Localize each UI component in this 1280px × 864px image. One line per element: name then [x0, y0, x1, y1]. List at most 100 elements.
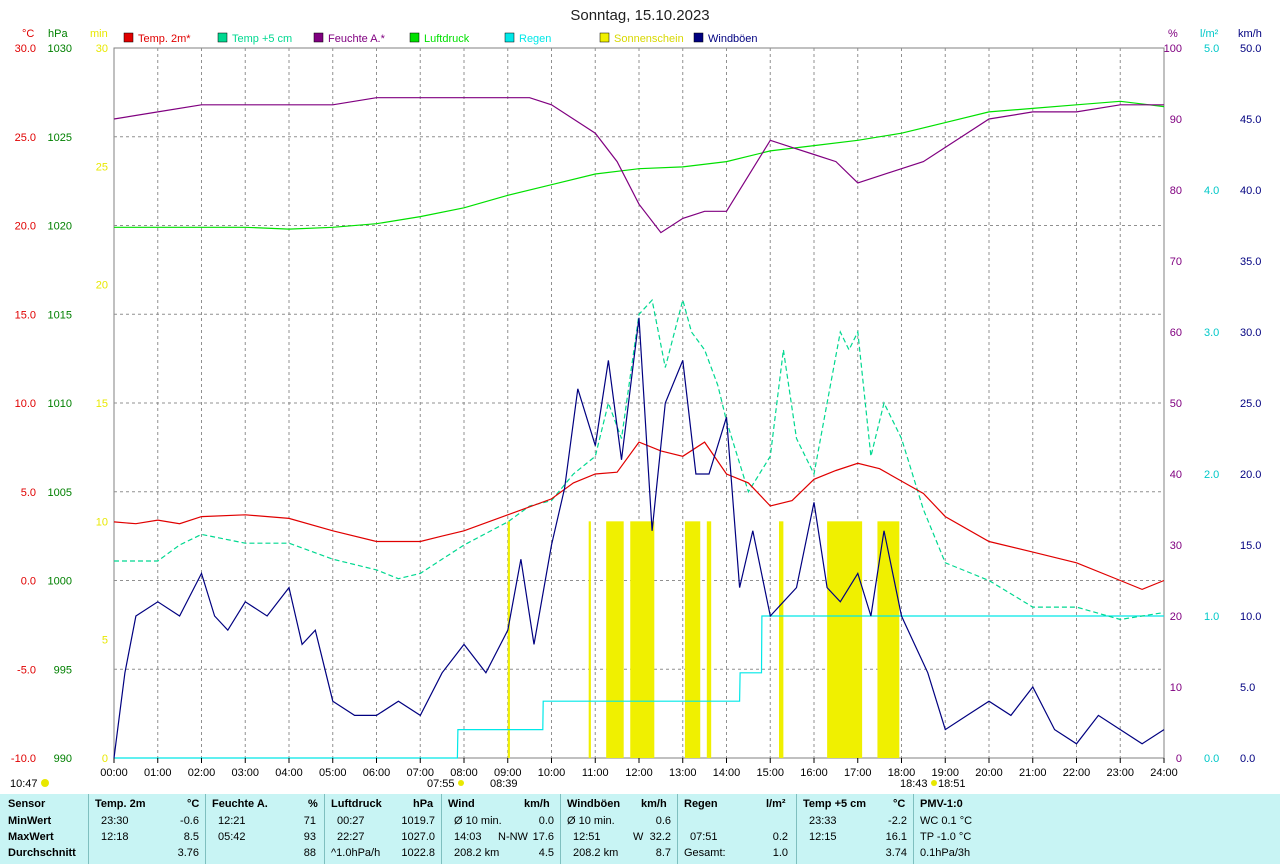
x-tick-label: 21:00: [1019, 767, 1047, 779]
humidity-tick: 50: [1170, 398, 1182, 410]
x-tick-label: 05:00: [319, 767, 347, 779]
legend-swatch-4: [504, 32, 515, 43]
wind-tick: 0.0: [1240, 753, 1255, 765]
dusk-time: 18:51: [938, 778, 966, 790]
stats-temp5-head: Temp +5 cm: [803, 798, 867, 810]
legend-swatch-0: [123, 32, 134, 43]
stats-temp5-avg-value: 3.74: [885, 847, 907, 859]
sunshine-bar: [507, 521, 510, 758]
stats-regen-total-label: Gesamt:: [684, 847, 726, 859]
stats-luftdruck-head: Luftdruck: [331, 798, 382, 810]
sunshine-bar: [706, 521, 712, 758]
stats-boeen-max-value: 32.2: [649, 831, 671, 843]
stats-regen-max-time: 07:51: [690, 831, 718, 843]
humidity-tick: 100: [1164, 43, 1182, 55]
x-tick-label: 06:00: [363, 767, 391, 779]
wind-tick: 5.0: [1240, 682, 1255, 694]
pressure-tick: 1025: [48, 132, 72, 144]
stats-luftdruck-max-value: 1027.0: [401, 831, 435, 843]
humidity-tick: 0: [1176, 753, 1182, 765]
humidity-tick: 30: [1170, 540, 1182, 552]
wind-tick: 45.0: [1240, 114, 1261, 126]
rain-tick: 3.0: [1204, 327, 1219, 339]
humidity-tick: 70: [1170, 256, 1182, 268]
temp-tick: 30.0: [15, 43, 36, 55]
x-tick-label: 24:00: [1150, 767, 1178, 779]
stats-boeen-min-time: Ø 10 min.: [567, 815, 615, 827]
x-tick-label: 20:00: [975, 767, 1003, 779]
sunshine-bar: [877, 521, 900, 758]
stats-luftdruck-unit: hPa: [413, 798, 434, 810]
sunshine-bar: [684, 521, 701, 758]
legend-label-2: Feuchte A.*: [328, 33, 386, 45]
stats-feuchte-avg-value: 88: [303, 847, 316, 859]
stats-regen-unit: l/m²: [766, 798, 786, 810]
stats-temp5-unit: °C: [893, 798, 906, 810]
stats-feuchte: Feuchte A. % 12:21 71 05:42 93 88: [206, 794, 324, 864]
x-tick-label: 17:00: [844, 767, 872, 779]
legend-label-6: Windböen: [708, 33, 758, 45]
pressure-tick: 1010: [48, 398, 72, 410]
pressure-tick: 1000: [48, 576, 72, 588]
stats-wind-min-value: 0.0: [538, 815, 554, 827]
legend-swatch-1: [217, 32, 228, 43]
wind-tick: 50.0: [1240, 43, 1261, 55]
stats-regen: Regen l/m² 07:51 0.2 Gesamt: 1.0: [678, 794, 796, 864]
stats-feuchte-unit: %: [308, 798, 318, 810]
sun-tick: 5: [102, 635, 108, 647]
unit-kmh: km/h: [1238, 28, 1262, 40]
stats-boeen-distance: 208.2 km: [573, 847, 619, 859]
stats-regen-head: Regen: [684, 798, 718, 810]
pressure-tick: 990: [54, 753, 72, 765]
wind-tick: 25.0: [1240, 398, 1261, 410]
stats-pmv: PMV-1:0 WC 0.1 °C TP -1.0 °C 0.1hPa/3h: [914, 794, 1034, 864]
stats-max-label: MaxWert: [8, 831, 54, 843]
stats-regen-total-value: 1.0: [772, 847, 788, 859]
temp-tick: 5.0: [21, 487, 36, 499]
legend-swatch-6: [693, 32, 704, 43]
stats-temp2m-min-time: 23:30: [101, 815, 129, 827]
stats-regen-max-value: 0.2: [772, 831, 788, 843]
legend-label-0: Temp. 2m*: [138, 33, 191, 45]
stats-luftdruck-max-time: 22:27: [337, 831, 365, 843]
legend-swatch-5: [599, 32, 610, 43]
stats-wind-max-value: 17.6: [532, 831, 554, 843]
unit-hpa: hPa: [48, 28, 68, 40]
weather-chart: Sonntag, 15.10.2023 °C hPa min % l/m² km…: [0, 0, 1280, 794]
stats-wind-min-time: Ø 10 min.: [454, 815, 502, 827]
stats-boeen-head: Windböen: [567, 798, 621, 810]
sunshine-bar: [827, 521, 863, 758]
wind-tick: 35.0: [1240, 256, 1261, 268]
humidity-tick: 60: [1170, 327, 1182, 339]
x-tick-label: 14:00: [713, 767, 741, 779]
stats-pmv-dewpoint: TP -1.0 °C: [920, 831, 972, 843]
sunshine-bar: [588, 521, 591, 758]
legend-label-1: Temp +5 cm: [232, 33, 292, 45]
sunshine-bar: [630, 521, 655, 758]
sun-tick: 10: [96, 516, 108, 528]
stats-wind-max-direction: N-NW: [498, 831, 528, 843]
stats-wind-head: Wind: [448, 798, 475, 810]
stats-luftdruck-min-value: 1019.7: [401, 815, 435, 827]
x-tick-label: 10:00: [538, 767, 566, 779]
sun-tick: 20: [96, 280, 108, 292]
x-tick-label: 04:00: [275, 767, 303, 779]
humidity-tick: 80: [1170, 185, 1182, 197]
stats-wind-avg-value: 4.5: [538, 847, 554, 859]
stats-temp2m-avg-value: 3.76: [177, 847, 199, 859]
sunset-icon: [931, 780, 937, 786]
stats-temp2m-max-value: 8.5: [183, 831, 199, 843]
stats-wind-unit: km/h: [524, 798, 550, 810]
pressure-tick: 1030: [48, 43, 72, 55]
stats-temp5-max-time: 12:15: [809, 831, 837, 843]
stats-feuchte-min-time: 12:21: [218, 815, 246, 827]
sunrise-time: 07:55: [427, 778, 455, 790]
legend-label-3: Luftdruck: [424, 33, 470, 45]
wind-tick: 30.0: [1240, 327, 1261, 339]
x-tick-label: 03:00: [231, 767, 259, 779]
stats-feuchte-min-value: 71: [303, 815, 316, 827]
wind-tick: 20.0: [1240, 469, 1261, 481]
temp-tick: -10.0: [11, 753, 36, 765]
sun-tick: 30: [96, 43, 108, 55]
stats-min-label: MinWert: [8, 815, 52, 827]
